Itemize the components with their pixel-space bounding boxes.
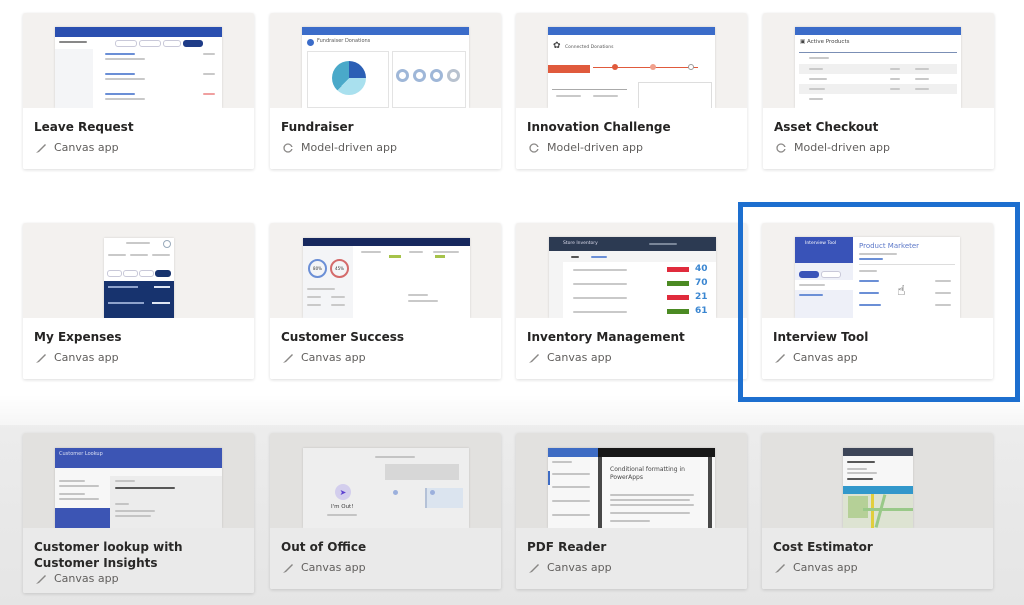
inventory-management-preview: Store Inventory 40 70 21 61 — [516, 223, 747, 318]
app-type: Canvas app — [34, 572, 119, 585]
preview-value: 45% — [330, 259, 349, 278]
app-type: Canvas app — [281, 351, 366, 364]
preview-title: Interview Tool — [805, 241, 837, 246]
app-type-label: Canvas app — [54, 351, 119, 364]
app-type: Canvas app — [34, 141, 119, 154]
app-card-my-expenses[interactable]: My Expenses Canvas app — [23, 223, 254, 379]
app-type-label: Model-driven app — [301, 141, 398, 154]
customer-lookup-preview: Customer Lookup — [23, 433, 254, 528]
app-type-label: Canvas app — [547, 351, 612, 364]
app-title: Out of Office — [281, 540, 367, 554]
pencil-icon — [773, 562, 787, 574]
app-title: Asset Checkout — [774, 120, 879, 134]
leave-request-preview — [23, 13, 254, 108]
app-title: My Expenses — [34, 330, 122, 344]
preview-title: Fundraiser Donations — [317, 38, 371, 44]
preview-title: Store Inventory — [563, 241, 598, 246]
model-driven-icon — [774, 142, 788, 154]
app-title: Customer lookup with Customer Insights — [34, 540, 183, 570]
hand-cursor-icon: ☝ — [897, 283, 906, 299]
app-title: Interview Tool — [773, 330, 869, 344]
app-card-customer-lookup[interactable]: Customer Lookup Customer lookup with Cus… — [23, 433, 254, 593]
pencil-icon — [527, 352, 541, 364]
app-type: Model-driven app — [527, 141, 643, 154]
model-driven-icon — [281, 142, 295, 154]
preview-heading: Conditional formatting in PowerApps — [610, 466, 685, 481]
app-card-leave-request[interactable]: Leave Request Canvas app — [23, 13, 254, 169]
pencil-icon — [34, 142, 48, 154]
app-type-label: Canvas app — [301, 561, 366, 574]
fundraiser-preview: Fundraiser Donations — [270, 13, 501, 108]
model-driven-icon — [527, 142, 541, 154]
app-type: Model-driven app — [281, 141, 397, 154]
app-title: PDF Reader — [527, 540, 607, 554]
app-card-innovation-challenge[interactable]: ✿ Connected Donations Innovation Challen… — [516, 13, 747, 169]
app-type-label: Canvas app — [547, 561, 612, 574]
customer-success-preview: 80% 45% — [270, 223, 501, 318]
cost-estimator-preview — [762, 433, 993, 528]
pencil-icon — [527, 562, 541, 574]
app-type: Canvas app — [281, 561, 366, 574]
app-title: Innovation Challenge — [527, 120, 671, 134]
app-type-label: Canvas app — [54, 572, 119, 585]
app-card-out-of-office[interactable]: ➤ I'm Out! Out of Office Canvas app — [270, 433, 501, 589]
app-title: Cost Estimator — [773, 540, 873, 554]
innovation-challenge-preview: ✿ Connected Donations — [516, 13, 747, 108]
app-card-asset-checkout[interactable]: ▣ Active Products Asset Checkout Model-d… — [763, 13, 994, 169]
app-type: Canvas app — [527, 351, 612, 364]
pencil-icon — [34, 352, 48, 364]
preview-value: 80% — [308, 259, 327, 278]
app-type: Model-driven app — [774, 141, 890, 154]
app-type-label: Canvas app — [54, 141, 119, 154]
pencil-icon — [281, 562, 295, 574]
pencil-icon — [34, 573, 48, 585]
app-type-label: Canvas app — [301, 351, 366, 364]
app-title: Inventory Management — [527, 330, 685, 344]
out-of-office-preview: ➤ I'm Out! — [270, 433, 501, 528]
preview-title: Connected Donations — [565, 45, 614, 50]
app-type: Canvas app — [527, 561, 612, 574]
app-type-label: Canvas app — [793, 561, 858, 574]
app-title: Fundraiser — [281, 120, 354, 134]
asset-checkout-preview: ▣ Active Products — [763, 13, 994, 108]
preview-heading: I'm Out! — [331, 504, 354, 510]
preview-stock-value: 70 — [695, 278, 708, 288]
pencil-icon — [773, 352, 787, 364]
app-type: Canvas app — [773, 561, 858, 574]
preview-title: Customer Lookup — [59, 451, 103, 457]
app-card-pdf-reader[interactable]: Conditional formatting in PowerApps PDF … — [516, 433, 747, 589]
preview-title: ▣ Active Products — [800, 39, 850, 45]
app-type-label: Model-driven app — [547, 141, 644, 154]
app-type-label: Canvas app — [793, 351, 858, 364]
app-title: Customer Success — [281, 330, 405, 344]
pencil-icon — [281, 352, 295, 364]
app-type: Canvas app — [773, 351, 858, 364]
app-type: Canvas app — [34, 351, 119, 364]
preview-stock-value: 21 — [695, 292, 708, 302]
pdf-reader-preview: Conditional formatting in PowerApps — [516, 433, 747, 528]
preview-stock-value: 61 — [695, 306, 708, 316]
app-card-interview-tool[interactable]: Interview Tool Product Marketer ☝ Interv… — [762, 223, 993, 379]
preview-heading: Product Marketer — [859, 242, 920, 250]
app-card-cost-estimator[interactable]: Cost Estimator Canvas app — [762, 433, 993, 589]
send-icon: ➤ — [335, 484, 351, 500]
app-type-label: Model-driven app — [794, 141, 891, 154]
my-expenses-preview — [23, 223, 254, 318]
app-card-inventory-management[interactable]: Store Inventory 40 70 21 61 Inventory Ma… — [516, 223, 747, 379]
app-card-customer-success[interactable]: 80% 45% Customer Success Canvas app — [270, 223, 501, 379]
interview-tool-preview: Interview Tool Product Marketer ☝ — [762, 223, 993, 318]
app-card-fundraiser[interactable]: Fundraiser Donations Fundraiser Model-dr… — [270, 13, 501, 169]
preview-stock-value: 40 — [695, 264, 708, 274]
app-title: Leave Request — [34, 120, 134, 134]
